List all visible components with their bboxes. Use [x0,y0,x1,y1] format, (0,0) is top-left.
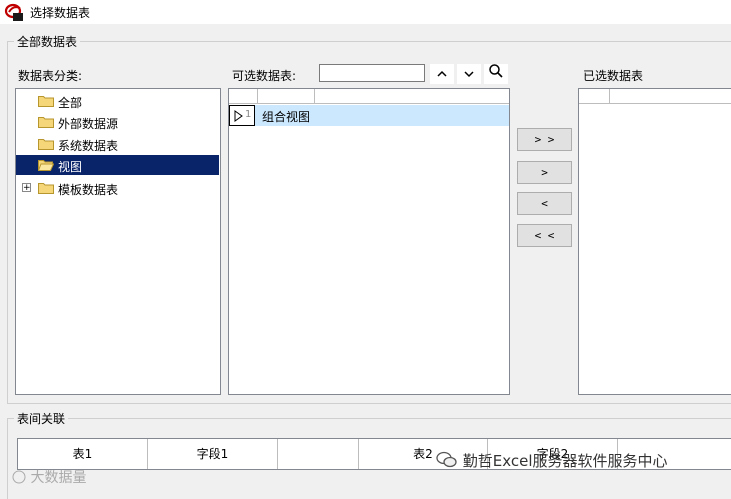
grid-header [229,89,509,104]
tree-item-system-tables[interactable]: 系统数据表 [16,134,219,154]
tree-item-views[interactable]: 视图 [16,155,219,175]
chevron-down-icon[interactable] [457,64,481,84]
tree-item-label: 系统数据表 [58,139,119,153]
folder-icon [38,96,54,107]
grid-header [579,89,731,104]
tree-item-label: 全部 [58,96,83,110]
chevron-up-icon[interactable] [430,64,454,84]
all-tables-group-title: 全部数据表 [14,33,81,50]
row-number: 1 [245,109,252,120]
available-tables-label: 可选数据表: [232,69,297,83]
relation-col-field1: 字段1 [148,439,278,469]
add-all-button[interactable]: > > [517,128,572,151]
watermark-left-text: 大数据量 [30,470,87,486]
available-tables-grid[interactable]: 1 组合视图 [228,88,510,395]
grid-header-num [258,89,315,103]
table-row[interactable]: 1 组合视图 [229,105,509,126]
search-input[interactable] [319,64,425,82]
folder-icon [38,139,54,150]
tree-item-label: 模板数据表 [58,183,119,197]
category-tree[interactable]: 全部 外部数据源 系统数据表 视图 + 模板数据表 [15,88,221,395]
grid-header-indicator [229,89,258,103]
grid-header-indicator [579,89,610,103]
relation-col-table1: 表1 [18,439,148,469]
tree-item-label: 视图 [58,160,83,174]
open-folder-icon [38,160,54,171]
relation-group-title: 表间关联 [14,410,69,427]
remove-all-button[interactable]: < < [517,224,572,247]
expand-icon[interactable]: + [22,183,31,193]
selected-tables-grid[interactable] [578,88,731,395]
search-icon[interactable] [484,64,508,84]
tree-item-label: 外部数据源 [58,117,119,131]
tree-item-all[interactable]: 全部 [16,91,219,111]
wechat-icon [436,451,457,468]
folder-icon [38,183,54,194]
watermark-left: 大数据量 [12,467,86,487]
current-row-arrow-icon [234,110,243,122]
folder-icon [38,117,54,128]
app-logo-icon [4,3,23,21]
add-button[interactable]: > [517,161,572,184]
watermark-right: 勤哲Excel服务器软件服务中心 [436,450,668,471]
tree-item-external-sources[interactable]: 外部数据源 [16,112,219,132]
tree-item-template-tables[interactable]: + 模板数据表 [16,178,219,198]
title-bar: 选择数据表 [0,0,731,24]
row-table-name: 组合视图 [262,110,311,124]
watermark-icon [12,470,26,484]
window-title: 选择数据表 [30,6,91,20]
watermark-right-text: 勤哲Excel服务器软件服务中心 [462,452,668,470]
selected-tables-label: 已选数据表 [583,69,644,83]
remove-button[interactable]: < [517,192,572,215]
relation-col-operator [278,439,359,469]
row-indicator: 1 [229,105,255,126]
category-label: 数据表分类: [18,69,83,83]
